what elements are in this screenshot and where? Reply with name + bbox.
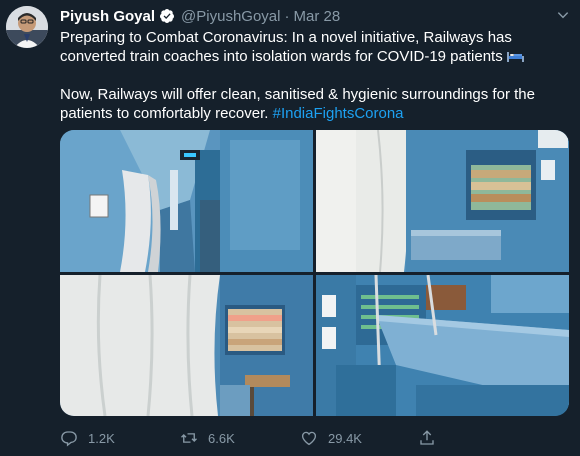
share-button[interactable] xyxy=(418,429,446,447)
avatar[interactable] xyxy=(6,6,48,48)
verified-icon xyxy=(159,8,175,24)
like-button[interactable]: 29.4K xyxy=(300,429,420,447)
photo-berth-window[interactable] xyxy=(316,130,569,272)
tweet-paragraph-1: Preparing to Combat Coronavirus: In a no… xyxy=(60,28,565,66)
like-count: 29.4K xyxy=(328,430,362,446)
photo-curtain-window[interactable] xyxy=(60,275,313,416)
photo-berths[interactable] xyxy=(316,275,569,416)
media-grid[interactable] xyxy=(60,130,569,416)
hashtag-link[interactable]: #IndiaFightsCorona xyxy=(273,105,404,122)
retweet-button[interactable]: 6.6K xyxy=(180,429,300,447)
chevron-down-icon[interactable] xyxy=(556,8,570,22)
tweet-paragraph-2: Now, Railways will offer clean, sanitise… xyxy=(60,85,565,123)
author-handle[interactable]: @PiyushGoyal xyxy=(181,8,280,25)
retweet-count: 6.6K xyxy=(208,430,235,446)
reply-icon xyxy=(61,431,77,447)
bed-emoji xyxy=(506,48,524,62)
retweet-icon xyxy=(181,433,197,443)
tweet-header: Piyush Goyal @PiyushGoyal · Mar 28 xyxy=(60,6,340,26)
tweet-date[interactable]: Mar 28 xyxy=(293,8,340,25)
photo-corridor[interactable] xyxy=(60,130,313,272)
reply-count: 1.2K xyxy=(88,430,115,446)
tweet-line-1: Preparing to Combat Coronavirus: In a no… xyxy=(60,29,512,65)
separator-dot: · xyxy=(284,7,290,25)
tweet-text: Preparing to Combat Coronavirus: In a no… xyxy=(60,28,565,123)
tweet-actions: 1.2K 6.6K 29.4K xyxy=(60,426,500,450)
reply-button[interactable]: 1.2K xyxy=(60,429,180,447)
author-name[interactable]: Piyush Goyal xyxy=(60,8,155,25)
share-icon xyxy=(420,430,434,445)
tweet[interactable]: Piyush Goyal @PiyushGoyal · Mar 28 Prepa… xyxy=(0,0,580,456)
like-icon xyxy=(301,431,317,446)
